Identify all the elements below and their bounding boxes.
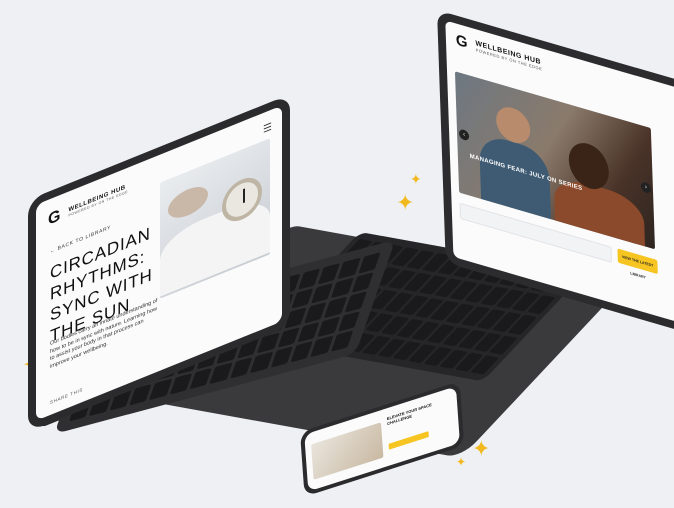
brand-logo[interactable]: G — [48, 207, 60, 230]
carousel-prev-button[interactable]: ‹ — [458, 128, 470, 142]
article-image — [160, 138, 270, 299]
sparkle-icon: ✦ — [456, 455, 467, 469]
view-library-button[interactable]: VIEW THE LATEST LIBRARY — [617, 248, 658, 280]
menu-icon[interactable]: ☰ — [263, 121, 272, 136]
card-button[interactable] — [388, 431, 429, 450]
card-image — [311, 422, 384, 480]
laptop-header: G WELLBEING HUB POWERED BY ON THE EDGE — [456, 31, 543, 73]
article-image — [168, 181, 208, 224]
share-link[interactable]: SHARE THIS — [50, 387, 83, 405]
card-title[interactable]: ELEVATE YOUR SPACE CHALLENGE — [387, 397, 448, 426]
tablet-header: G WELLBEING HUB POWERED BY ON THE EDGE — [48, 180, 128, 230]
carousel-next-button[interactable]: › — [640, 181, 652, 195]
sparkle-icon: ✦ — [410, 171, 422, 187]
sparkle-icon: ✦ — [396, 190, 415, 215]
brand-logo[interactable]: G — [456, 31, 468, 52]
